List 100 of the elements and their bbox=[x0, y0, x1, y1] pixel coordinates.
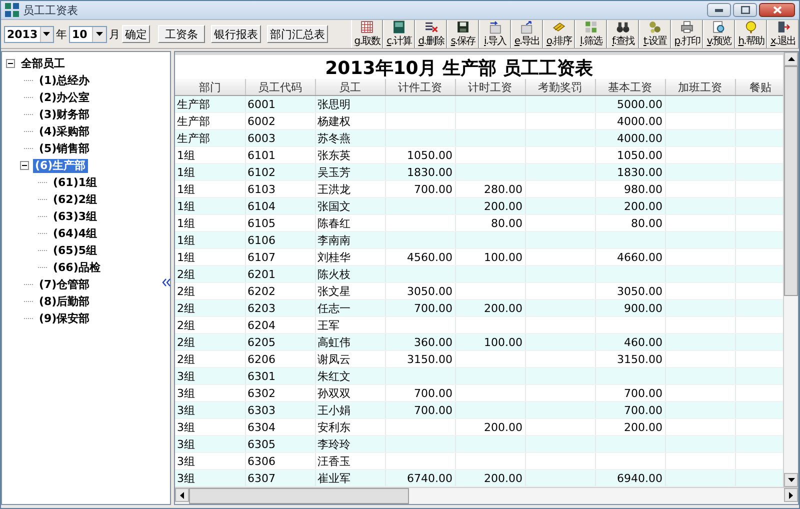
column-header[interactable]: 员工代码 bbox=[245, 79, 315, 96]
toolbar-button[interactable]: e.导出 bbox=[511, 20, 543, 48]
table-cell: 李玲玲 bbox=[315, 436, 385, 452]
scroll-down-icon[interactable] bbox=[784, 473, 798, 487]
column-header[interactable]: 计件工资 bbox=[385, 79, 455, 96]
scroll-right-icon[interactable] bbox=[784, 488, 798, 502]
table-cell: 700.00 bbox=[385, 402, 455, 418]
column-header[interactable]: 考勤奖罚 bbox=[525, 79, 595, 96]
vertical-scrollbar[interactable] bbox=[783, 52, 798, 487]
table-cell: 6940.00 bbox=[595, 470, 665, 486]
toolbar-button[interactable]: o.排序 bbox=[543, 20, 575, 48]
tree-item[interactable]: (61)1组 bbox=[51, 176, 100, 190]
report-button[interactable]: 工资条 bbox=[158, 25, 205, 43]
report-button[interactable]: 银行报表 bbox=[211, 25, 261, 43]
print-icon bbox=[678, 20, 696, 34]
column-header[interactable]: 餐贴 bbox=[735, 79, 783, 96]
toolbar-button[interactable]: l.筛选 bbox=[575, 20, 607, 48]
tree-item[interactable]: (9)保安部 bbox=[37, 312, 92, 326]
toolbar-button[interactable]: i.导入 bbox=[479, 20, 511, 48]
month-combo[interactable]: 10 bbox=[69, 26, 107, 42]
scroll-left-icon[interactable] bbox=[175, 488, 189, 502]
toolbar-button[interactable]: v.预览 bbox=[703, 20, 735, 48]
tree-item[interactable]: (63)3组 bbox=[51, 210, 100, 224]
table-cell: 6307 bbox=[245, 470, 315, 486]
table-cell: 5000.00 bbox=[595, 96, 665, 112]
table-cell: 900.00 bbox=[595, 300, 665, 316]
table-cell: 2组 bbox=[175, 266, 245, 282]
table-cell: 1830.00 bbox=[385, 164, 455, 180]
table-cell: 700.00 bbox=[595, 402, 665, 418]
tree-item[interactable]: (65)5组 bbox=[51, 244, 100, 258]
table-cell: 张思明 bbox=[315, 96, 385, 112]
horizontal-scrollbar[interactable] bbox=[175, 487, 798, 504]
column-header[interactable]: 计时工资 bbox=[455, 79, 525, 96]
table-cell: 陈火枝 bbox=[315, 266, 385, 282]
report-button[interactable]: 部门汇总表 bbox=[267, 25, 328, 43]
table-cell: 200.00 bbox=[595, 198, 665, 214]
table-cell: 崔业军 bbox=[315, 470, 385, 486]
toolbar-button[interactable]: s.保存 bbox=[447, 20, 479, 48]
table-cell: 1组 bbox=[175, 232, 245, 248]
table-cell: 100.00 bbox=[455, 334, 525, 350]
close-button[interactable] bbox=[759, 3, 795, 17]
column-header[interactable]: 加班工资 bbox=[665, 79, 735, 96]
app-icon bbox=[5, 3, 19, 17]
table-cell: 6102 bbox=[245, 164, 315, 180]
table-cell: 6740.00 bbox=[385, 470, 455, 486]
tree-item[interactable]: (6)生产部 bbox=[33, 158, 88, 172]
collapse-toggle-icon[interactable] bbox=[20, 161, 31, 170]
tree-item[interactable]: (8)后勤部 bbox=[37, 294, 92, 308]
table-cell: 6301 bbox=[245, 368, 315, 384]
table-cell: 3组 bbox=[175, 402, 245, 418]
table-cell: 高虹伟 bbox=[315, 334, 385, 350]
toolbar-button[interactable]: h.帮助 bbox=[735, 20, 767, 48]
tree-item[interactable]: (4)采购部 bbox=[37, 124, 92, 138]
table-cell: 6106 bbox=[245, 232, 315, 248]
scroll-up-icon[interactable] bbox=[784, 52, 798, 66]
tree-item[interactable]: 全部员工 bbox=[19, 56, 67, 70]
column-header[interactable]: 部门 bbox=[175, 79, 245, 96]
table-cell: 3组 bbox=[175, 470, 245, 486]
toolbar-button[interactable]: p.打印 bbox=[671, 20, 703, 48]
toolbar-button[interactable]: c.计算 bbox=[383, 20, 415, 48]
toolbar-button[interactable]: g.取数 bbox=[351, 20, 383, 48]
window-title: 员工工资表 bbox=[23, 2, 78, 18]
table-cell: 6305 bbox=[245, 436, 315, 452]
toolbar-button[interactable]: f.查找 bbox=[607, 20, 639, 48]
table-cell: 3组 bbox=[175, 368, 245, 384]
minimize-button[interactable] bbox=[707, 3, 731, 17]
tree-item[interactable]: (7)仓管部 bbox=[37, 278, 92, 292]
year-combo[interactable]: 2013 bbox=[4, 26, 54, 42]
table-cell: 360.00 bbox=[385, 334, 455, 350]
tree-item[interactable]: (3)财务部 bbox=[37, 108, 92, 122]
tree-item[interactable]: (64)4组 bbox=[51, 226, 100, 240]
table-cell: 200.00 bbox=[455, 198, 525, 214]
column-header[interactable]: 员工 bbox=[315, 79, 385, 96]
toolbar-button[interactable]: t.设置 bbox=[639, 20, 671, 48]
table-cell: 1组 bbox=[175, 198, 245, 214]
tree-item[interactable]: (66)品检 bbox=[51, 260, 102, 274]
grid-icon bbox=[358, 20, 376, 34]
table-cell: 200.00 bbox=[455, 470, 525, 486]
scroll-thumb[interactable] bbox=[189, 488, 409, 504]
tree-item[interactable]: (62)2组 bbox=[51, 192, 100, 206]
table-cell: 6205 bbox=[245, 334, 315, 350]
table-cell: 2组 bbox=[175, 300, 245, 316]
year-label: 年 bbox=[56, 26, 67, 42]
collapse-toggle-icon[interactable] bbox=[6, 59, 17, 68]
maximize-button[interactable] bbox=[733, 3, 757, 17]
tree-item[interactable]: (1)总经办 bbox=[37, 74, 92, 88]
table-cell: 苏冬燕 bbox=[315, 130, 385, 146]
scroll-thumb[interactable] bbox=[784, 66, 798, 296]
toolbar-button[interactable]: x.退出 bbox=[767, 20, 799, 48]
confirm-button[interactable]: 确定 bbox=[122, 25, 150, 43]
table-cell: 1830.00 bbox=[595, 164, 665, 180]
column-header[interactable]: 基本工资 bbox=[595, 79, 665, 96]
table-cell: 1组 bbox=[175, 164, 245, 180]
table-cell: 6201 bbox=[245, 266, 315, 282]
tree-item[interactable]: (2)办公室 bbox=[37, 90, 92, 104]
table-cell: 6001 bbox=[245, 96, 315, 112]
table-cell: 张国文 bbox=[315, 198, 385, 214]
collapse-panel-icon[interactable] bbox=[162, 278, 171, 287]
toolbar-button[interactable]: d.删除 bbox=[415, 20, 447, 48]
tree-item[interactable]: (5)销售部 bbox=[37, 142, 92, 156]
